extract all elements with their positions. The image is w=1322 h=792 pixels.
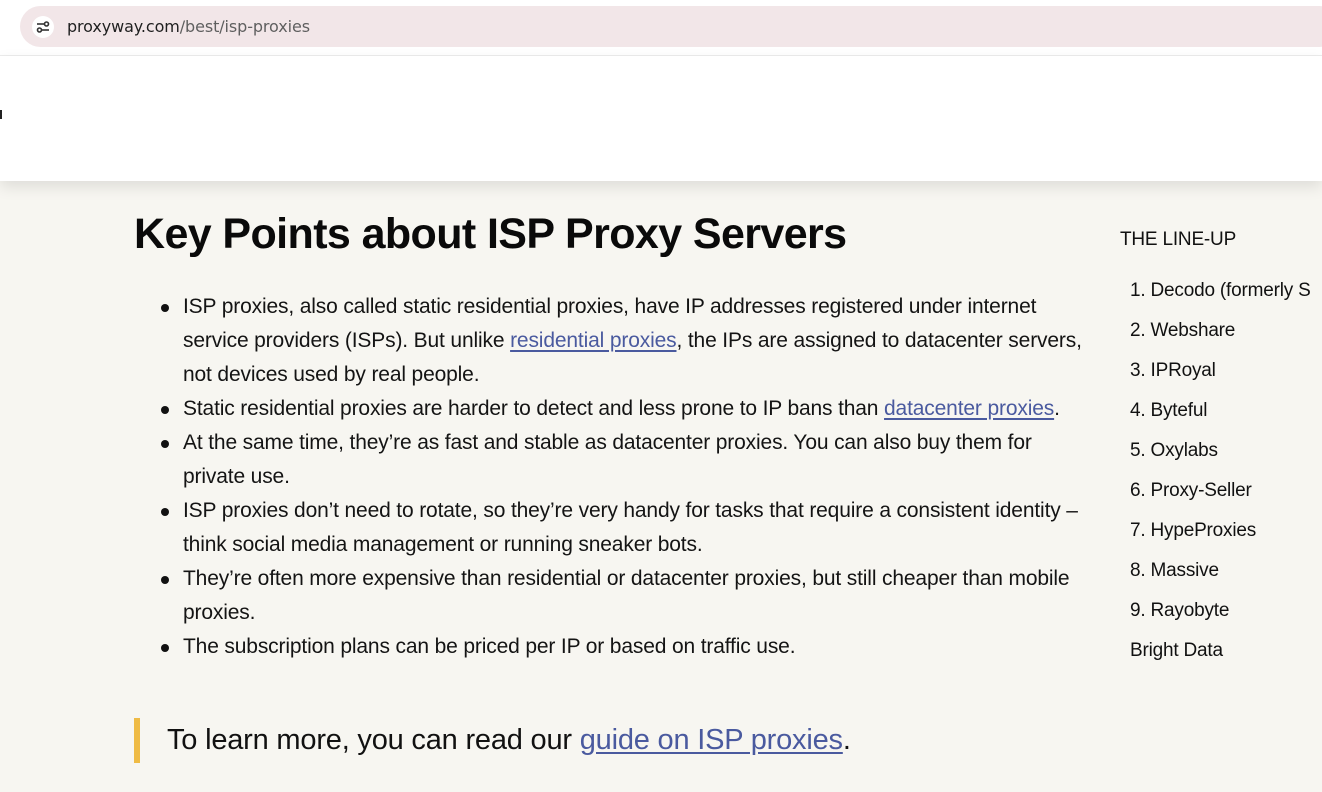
key-point-4: ISP proxies don’t need to rotate, so the… [161,494,1084,562]
key-point-6: The subscription plans can be priced per… [161,630,1084,664]
lineup-list: 1. Decodo (formerly S 2. Webshare 3. IPR… [1130,271,1322,671]
lineup-item-webshare[interactable]: 2. Webshare [1130,311,1322,351]
url-path: /best/isp-proxies [179,17,310,36]
page-title: Key Points about ISP Proxy Servers [134,210,847,258]
site-info-icon[interactable] [32,16,54,38]
key-points-list: ISP proxies, also called static resident… [134,290,1084,664]
isp-proxies-guide-link[interactable]: guide on ISP proxies [580,724,843,756]
lineup-item-oxylabs[interactable]: 5. Oxylabs [1130,431,1322,471]
key-point-3: At the same time, they’re as fast and st… [161,426,1084,494]
learn-more-callout: To learn more, you can read our guide on… [134,718,851,763]
lineup-item-massive[interactable]: 8. Massive [1130,551,1322,591]
callout-text: To learn more, you can read our [167,724,580,756]
url-host: proxyway.com [67,17,180,36]
lineup-heading: THE LINE-UP [1120,229,1237,250]
lineup-item-byteful[interactable]: 4. Byteful [1130,391,1322,431]
article-content: Key Points about ISP Proxy Servers ISP p… [134,206,1084,763]
residential-proxies-link[interactable]: residential proxies [510,329,677,352]
lineup-item-iproyal[interactable]: 3. IPRoyal [1130,351,1322,391]
header-edge-mark [0,110,2,119]
callout-text-end: . [842,724,851,756]
lineup-item-proxy-seller[interactable]: 6. Proxy-Seller [1130,471,1322,511]
lineup-item-rayobyte[interactable]: 9. Rayobyte [1130,591,1322,631]
site-header [0,56,1322,181]
key-point-text: . [1054,397,1060,420]
lineup-item-hypeproxies[interactable]: 7. HypeProxies [1130,511,1322,551]
address-bar[interactable]: proxyway.com/best/isp-proxies [20,6,1322,47]
url-text[interactable]: proxyway.com/best/isp-proxies [67,17,310,36]
lineup-sidebar: THE LINE-UP 1. Decodo (formerly S 2. Web… [1120,229,1322,671]
key-point-5: They’re often more expensive than reside… [161,562,1084,630]
lineup-item-decodo[interactable]: 1. Decodo (formerly S [1130,271,1322,311]
key-point-text: Static residential proxies are harder to… [183,397,885,420]
browser-toolbar: proxyway.com/best/isp-proxies [0,0,1322,56]
key-point-1: ISP proxies, also called static resident… [161,290,1084,392]
key-point-2: Static residential proxies are harder to… [161,392,1084,426]
datacenter-proxies-link[interactable]: datacenter proxies [884,397,1054,420]
lineup-item-bright-data[interactable]: Bright Data [1130,631,1322,671]
